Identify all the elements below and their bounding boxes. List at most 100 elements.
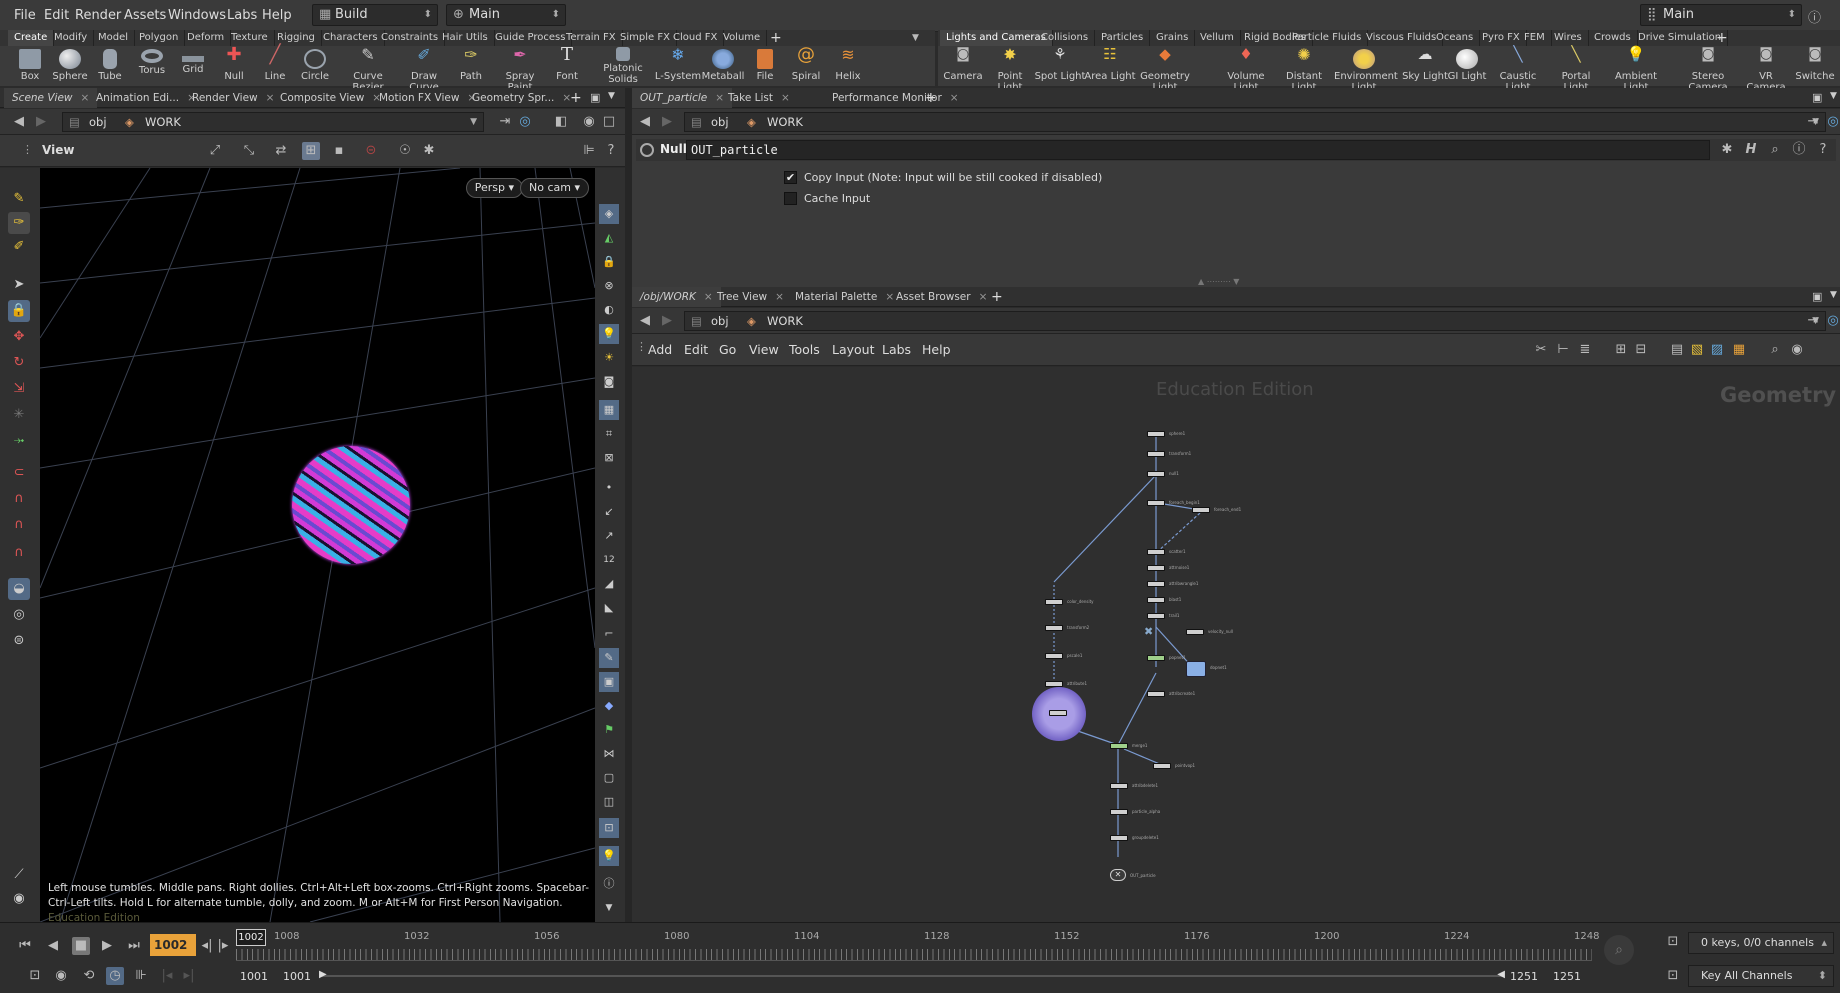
shelf-tab-crowds[interactable]: Crowds [1588, 30, 1638, 46]
render-region-icon[interactable]: ⊜ [8, 630, 30, 652]
image-icon[interactable]: ▨ [1708, 341, 1726, 359]
stack-icon[interactable]: ◫ [599, 792, 619, 812]
flipbook-icon[interactable]: ⟋ [8, 864, 30, 886]
x-ray-icon[interactable]: ⊗ [599, 276, 619, 296]
tool-ambient-light[interactable]: 💡Ambient Light [1606, 46, 1666, 94]
pane-layout-icon[interactable]: ▣ [590, 91, 600, 104]
lock-icon[interactable]: 🔒 [8, 300, 30, 322]
normal-icon[interactable]: ↙ [599, 502, 619, 522]
network-node[interactable] [1147, 655, 1165, 661]
tool-spot-light[interactable]: ⚘ Spot Light [1034, 46, 1086, 92]
list-icon[interactable]: ≣ [1576, 341, 1594, 359]
help-icon[interactable]: ? [1814, 141, 1832, 159]
tool-caustic-light[interactable]: ╲Caustic Light [1490, 46, 1546, 94]
forward-arrow-icon[interactable]: ▶ [658, 312, 676, 330]
ghost-icon[interactable]: ☉ [396, 142, 414, 160]
paint-icon[interactable]: ✎ [8, 188, 30, 210]
options-icon[interactable]: ⊫ [580, 142, 598, 160]
display-options-icon[interactable]: ◈ [599, 204, 619, 224]
chevron-down-icon[interactable]: ▼ [608, 91, 615, 101]
tab-performance-monitor[interactable]: Performance Monitor × [824, 88, 967, 108]
link-icon[interactable]: ◎ [1824, 312, 1840, 330]
menu-assets[interactable]: Assets [124, 8, 166, 23]
tab-asset-browser[interactable]: Asset Browser × [888, 287, 995, 307]
tool-curve-bezier[interactable]: ✎Curve Bezier [340, 46, 396, 94]
shelf-tab-oceans[interactable]: Oceans [1430, 30, 1481, 46]
chevron-down-icon[interactable]: ▼ [1830, 290, 1837, 300]
path-field[interactable]: ▤ obj ◈ WORK ▼ [684, 112, 1826, 132]
loop-icon[interactable]: ⟲ [80, 967, 98, 985]
playback-end-field[interactable]: 1251 [1510, 970, 1538, 983]
snapshot-icon[interactable]: ✱ [420, 142, 438, 160]
shelf-tab-volume[interactable]: Volume [717, 30, 768, 46]
background-icon[interactable]: ⌗ [599, 424, 619, 444]
lock-icon[interactable]: 🔒 [599, 252, 619, 272]
tool-path[interactable]: ✑ Path [446, 46, 496, 92]
info-icon[interactable]: ⓘ [599, 874, 619, 894]
audio-icon[interactable]: ◉ [52, 967, 70, 985]
network-box-icon[interactable]: ▤ [1668, 341, 1686, 359]
shelf-tab-fem[interactable]: FEM [1518, 30, 1552, 46]
play-reverse-icon[interactable]: ◀ [44, 937, 62, 955]
path-node[interactable]: WORK [767, 312, 803, 330]
close-icon[interactable]: × [781, 92, 790, 104]
menu-render[interactable]: Render [75, 8, 121, 23]
pane-layout-icon[interactable]: ▣ [1812, 91, 1822, 104]
merge-icon[interactable]: ✖ [1144, 625, 1153, 638]
network-node[interactable] [1147, 613, 1165, 619]
tool-vr-camera[interactable]: ◙VR Camera [1738, 46, 1794, 93]
back-arrow-icon[interactable]: ◀ [636, 113, 654, 131]
forward-arrow-icon[interactable]: ▶ [658, 113, 676, 131]
close-icon[interactable]: × [775, 291, 784, 303]
help-icon[interactable]: ⓘ [1808, 7, 1821, 26]
key-icon[interactable]: ⊡ [1664, 967, 1682, 985]
network-menu-edit[interactable]: Edit [684, 342, 708, 357]
shelf-tab-modify[interactable]: Modify [48, 30, 95, 46]
uv-icon[interactable]: ▣ [599, 672, 619, 692]
next-frame-icon[interactable]: ▸| [180, 967, 198, 985]
menu-windows[interactable]: Windows [168, 8, 226, 23]
snap-grid-icon[interactable]: ∩ [8, 514, 30, 536]
network-node[interactable] [1153, 763, 1171, 769]
tool-l-system[interactable]: ❄ L-System [652, 46, 704, 92]
houdini-help-icon[interactable]: H [1742, 141, 1760, 159]
network-node[interactable] [1147, 451, 1165, 457]
frame-marker[interactable]: 1002 [236, 929, 266, 946]
path-node[interactable]: WORK [145, 113, 181, 131]
network-node[interactable] [1147, 597, 1165, 603]
current-frame-field[interactable]: 1002 [150, 934, 196, 956]
next-key-icon[interactable]: |▸ [216, 937, 230, 955]
pane-divider[interactable] [625, 88, 632, 922]
shelf-tab-polygon[interactable]: Polygon [133, 30, 186, 46]
network-menu-add[interactable]: Add [648, 342, 672, 357]
tool-camera[interactable]: ◙ Camera [938, 46, 988, 92]
rotate-icon[interactable]: ↻ [8, 352, 30, 374]
tools-icon[interactable]: ✂ [1532, 341, 1550, 359]
pose-icon[interactable]: ⤞ [8, 430, 30, 452]
shelf-tab-constraints[interactable]: Constraints [375, 30, 446, 46]
tool-distant-light[interactable]: ✺Distant Light [1276, 46, 1332, 94]
tool-volume-light[interactable]: ♦Volume Light [1218, 46, 1274, 94]
chevron-down-icon[interactable]: ▼ [912, 30, 919, 46]
network-node[interactable] [1045, 653, 1063, 659]
transform-icon[interactable]: ✳ [8, 404, 30, 426]
shelf-tab-vellum[interactable]: Vellum [1194, 30, 1241, 46]
prev-key-icon[interactable]: ◂| [200, 937, 214, 955]
node-name-field[interactable]: OUT_particle [686, 140, 1710, 160]
tab-tree-view[interactable]: Tree View × [709, 287, 792, 307]
shelf-tab-deform[interactable]: Deform [181, 30, 232, 46]
corner-icon[interactable]: ⌐ [599, 624, 619, 644]
network-node[interactable] [1186, 629, 1204, 635]
swap-icon[interactable]: ⇄ [272, 142, 290, 160]
pointer-icon[interactable]: ➤ [8, 274, 30, 296]
search-icon[interactable]: ⌕ [1766, 341, 1784, 359]
cache-input-checkbox[interactable] [784, 192, 797, 205]
sticky-note-icon[interactable]: ▧ [1688, 341, 1706, 359]
network-menu-view[interactable]: View [749, 342, 779, 357]
shelf-tab-particles[interactable]: Particles [1095, 30, 1151, 46]
particle-sphere[interactable] [292, 446, 410, 564]
link-icon[interactable]: ◎ [516, 113, 534, 131]
snap-icon[interactable]: ∩ [8, 488, 30, 510]
range-start-handle[interactable]: ▶ [319, 969, 327, 980]
out-particle-null-node[interactable]: ✕ [1110, 869, 1126, 881]
